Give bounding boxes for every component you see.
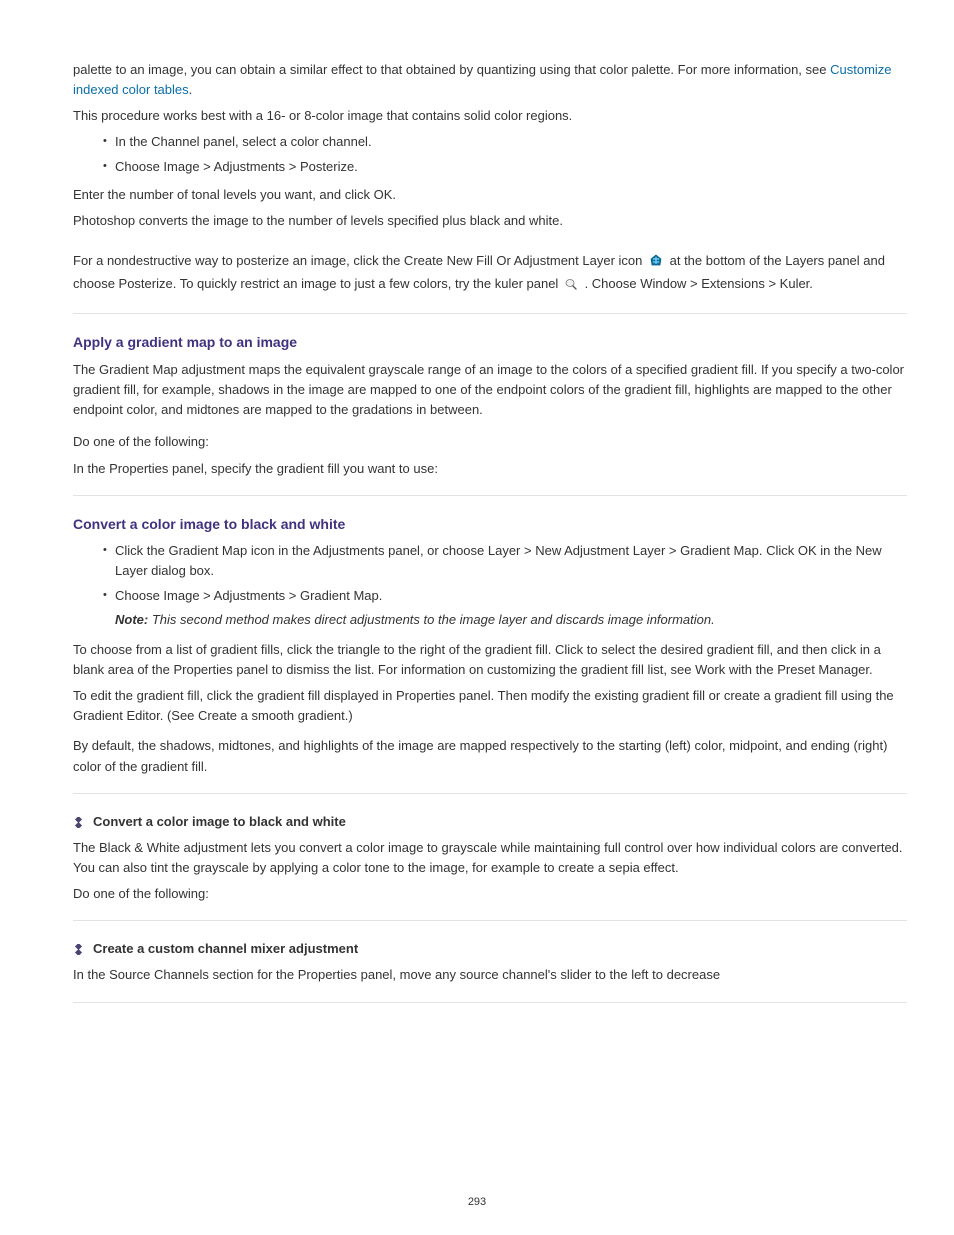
bullet-list: In the Channel panel, select a color cha… bbox=[73, 132, 907, 176]
text: information, see bbox=[734, 62, 830, 77]
paragraph: The Black & White adjustment lets you co… bbox=[73, 838, 907, 878]
list-item: Choose Image > Adjustments > Posterize. bbox=[115, 157, 907, 177]
gradient-map-section: Apply a gradient map to an image The Gra… bbox=[73, 332, 907, 478]
paragraph: Enter the number of tonal levels you wan… bbox=[73, 185, 907, 205]
paragraph: palette to an image, you can obtain a si… bbox=[73, 60, 907, 100]
diamond-icon bbox=[73, 941, 84, 952]
channel-mixer-block: Create a custom channel mixer adjustment… bbox=[73, 939, 907, 985]
divider bbox=[73, 313, 907, 314]
divider bbox=[73, 495, 907, 496]
paragraph: To edit the gradient fill, click the gra… bbox=[73, 686, 907, 726]
paragraph: By default, the shadows, midtones, and h… bbox=[73, 736, 907, 776]
diamond-icon bbox=[73, 814, 84, 825]
paragraph: Photoshop converts the image to the numb… bbox=[73, 211, 907, 231]
text: . Choose Window > Extensions > Kuler. bbox=[585, 276, 813, 291]
kuler-icon bbox=[649, 254, 663, 274]
step: In the Properties panel, specify the gra… bbox=[73, 459, 907, 479]
heading-convert-bw: Convert a color image to black and white bbox=[73, 514, 907, 536]
heading-gradient-map: Apply a gradient map to an image bbox=[73, 332, 907, 354]
heading-text: Create a custom channel mixer adjustment bbox=[93, 941, 358, 956]
convert-bw-block: Convert a color image to black and white… bbox=[73, 812, 907, 905]
step: Do one of the following: bbox=[73, 884, 907, 904]
step: Do one of the following: bbox=[73, 432, 907, 452]
gradient-map-details: Convert a color image to black and white… bbox=[73, 514, 907, 777]
list-item: Click the Gradient Map icon in the Adjus… bbox=[115, 541, 907, 581]
list-item: In the Channel panel, select a color cha… bbox=[115, 132, 907, 152]
text: Click the Gradient Map icon bbox=[115, 543, 278, 558]
note-text: This second method makes direct adjustme… bbox=[152, 612, 715, 627]
text: . bbox=[189, 82, 193, 97]
paragraph: The Gradient Map adjustment maps the equ… bbox=[73, 360, 907, 420]
text: For a nondestructive way to posterize an… bbox=[73, 253, 646, 268]
posterize-section: palette to an image, you can obtain a si… bbox=[73, 60, 907, 297]
heading-text: Convert a color image to black and white bbox=[93, 814, 346, 829]
divider bbox=[73, 1002, 907, 1003]
bullet-list: Click the Gradient Map icon in the Adjus… bbox=[73, 541, 907, 630]
new-layer-icon bbox=[565, 277, 578, 297]
paragraph: In the Source Channels section for the P… bbox=[73, 965, 907, 985]
list-item: Choose Image > Adjustments > Gradient Ma… bbox=[115, 586, 907, 630]
sub-heading-convert-bw: Convert a color image to black and white bbox=[73, 812, 907, 832]
paragraph: To choose from a list of gradient fills,… bbox=[73, 640, 907, 680]
paragraph: This procedure works best with a 16- or … bbox=[73, 106, 907, 126]
divider bbox=[73, 920, 907, 921]
text: Choose Image > Adjustments > Gradient Ma… bbox=[115, 588, 382, 603]
page-number: 293 bbox=[0, 1194, 954, 1211]
text: palette to an image, you can obtain a si… bbox=[73, 62, 734, 77]
note-paragraph: For a nondestructive way to posterize an… bbox=[73, 251, 907, 297]
note-label: Note: bbox=[115, 612, 152, 627]
divider bbox=[73, 793, 907, 794]
sub-heading-channel-mixer: Create a custom channel mixer adjustment bbox=[73, 939, 907, 959]
